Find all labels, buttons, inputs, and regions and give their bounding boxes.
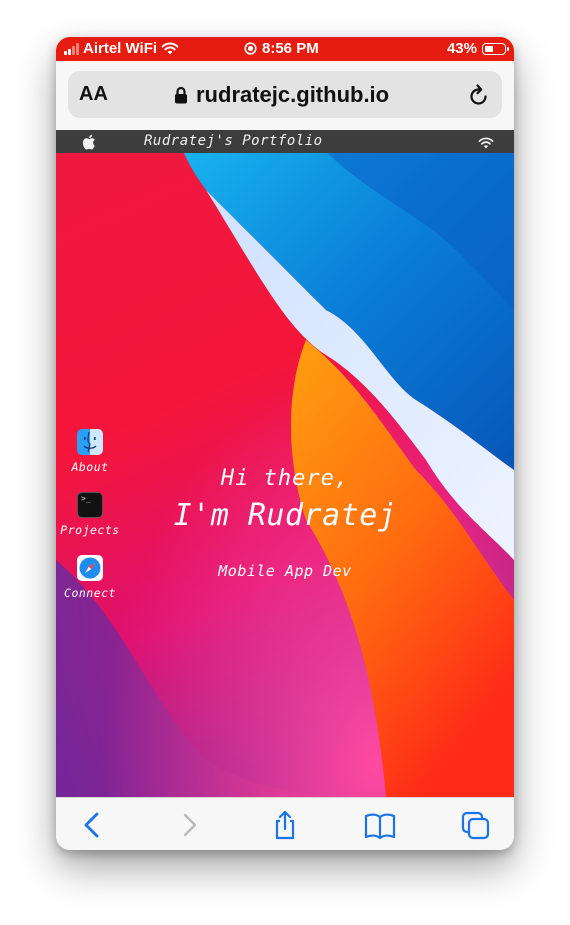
- status-center: 8:56 PM: [244, 40, 319, 57]
- clock: 8:56 PM: [262, 40, 319, 57]
- address-bar[interactable]: AA rudratejc.github.io: [68, 71, 502, 118]
- forward-chevron-icon[interactable]: [172, 810, 206, 840]
- hero-name: I'm Rudratej: [173, 498, 397, 533]
- lock-icon: [175, 86, 187, 104]
- browser-toolbar: [56, 797, 514, 850]
- phone-frame: Airtel WiFi 8:56 PM 43% AA rudratejc.git…: [56, 37, 514, 850]
- domain-label: rudratejc.github.io: [196, 82, 390, 107]
- status-bar: Airtel WiFi 8:56 PM 43%: [56, 37, 514, 61]
- wifi-icon: [478, 137, 494, 149]
- status-left: Airtel WiFi: [64, 40, 179, 57]
- browser-header: AA rudratejc.github.io: [56, 61, 514, 130]
- hero-greeting: Hi there,: [220, 466, 350, 491]
- battery-percent: 43%: [446, 40, 477, 57]
- hero-role: Mobile App Dev: [218, 562, 352, 580]
- screen-recording-icon: [244, 42, 257, 55]
- battery-icon: [482, 42, 509, 55]
- cellular-signal-icon: [64, 42, 79, 55]
- site-title: Rudratej's Portfolio: [144, 133, 323, 149]
- finder-icon: [77, 429, 103, 455]
- url-display[interactable]: rudratejc.github.io: [174, 82, 389, 108]
- apple-logo-icon[interactable]: [82, 133, 98, 151]
- status-right: 43%: [446, 40, 509, 57]
- web-content: Rudratej's Portfolio About >_ Projects C…: [56, 130, 514, 797]
- wifi-status-icon: [161, 42, 179, 55]
- tabs-icon[interactable]: [459, 810, 493, 840]
- share-icon[interactable]: [268, 810, 302, 840]
- screen: Airtel WiFi 8:56 PM 43% AA rudratejc.git…: [0, 0, 570, 925]
- carrier-label: Airtel WiFi: [83, 40, 158, 57]
- site-menu-bar: Rudratej's Portfolio: [56, 130, 514, 153]
- back-chevron-icon[interactable]: [76, 810, 110, 840]
- text-size-button[interactable]: AA: [79, 83, 108, 106]
- reload-icon[interactable]: [468, 83, 490, 107]
- desktop-icon-label: Connect: [64, 586, 116, 600]
- bookmarks-icon[interactable]: [363, 810, 397, 840]
